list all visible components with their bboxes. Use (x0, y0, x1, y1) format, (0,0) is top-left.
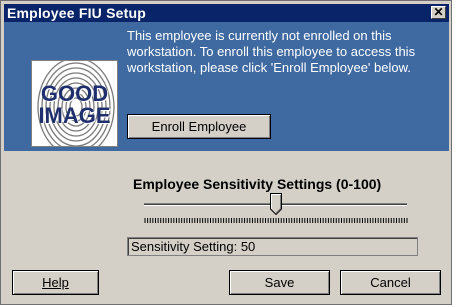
help-button-label: Help (42, 275, 69, 290)
close-icon[interactable]: ✕ (431, 6, 446, 19)
good-image-label-line2: IMAGE (38, 103, 111, 128)
good-image-label-line1: GOOD (40, 81, 109, 106)
window-title: Employee FIU Setup (7, 5, 146, 21)
title-bar[interactable]: Employee FIU Setup ✕ (4, 4, 449, 22)
slider-ticks (144, 218, 408, 223)
sensitivity-heading: Employee Sensitivity Settings (0-100) (133, 176, 382, 192)
help-button[interactable]: Help (12, 270, 99, 295)
sensitivity-status-text: Sensitivity Setting: 50 (131, 239, 256, 254)
enroll-employee-button[interactable]: Enroll Employee (127, 114, 271, 139)
save-button[interactable]: Save (229, 270, 330, 295)
fingerprint-image: GOOD IMAGE (31, 60, 118, 147)
slider-thumb[interactable] (269, 193, 282, 215)
enroll-message: This employee is currently not enrolled … (127, 28, 416, 75)
cancel-button[interactable]: Cancel (340, 270, 441, 295)
sensitivity-status-box: Sensitivity Setting: 50 (127, 237, 418, 256)
